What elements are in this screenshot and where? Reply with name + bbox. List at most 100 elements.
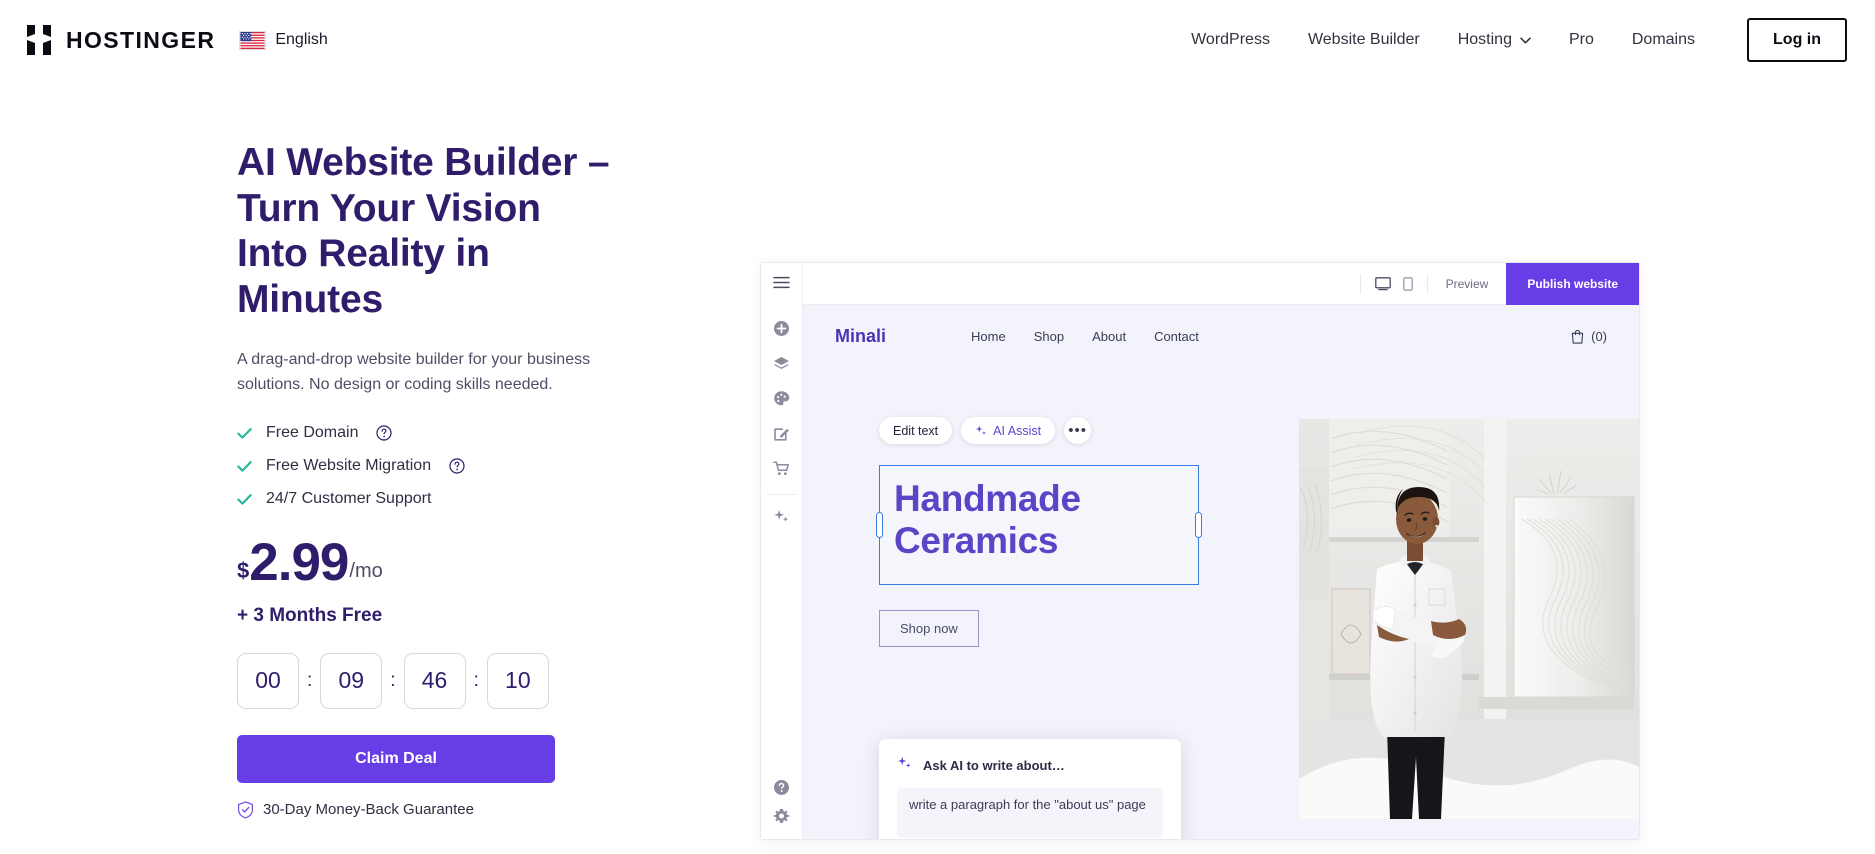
feature-label: Free Domain (266, 424, 359, 442)
nav-item-label: WordPress (1191, 31, 1270, 48)
resize-handle-right[interactable] (1195, 512, 1202, 538)
settings-gear-icon[interactable] (773, 808, 790, 825)
layers-icon[interactable] (773, 346, 790, 381)
preview-site-header: Minali Home Shop About Contact (0) (803, 305, 1639, 367)
website-builder-mockup: Preview Publish website Minali Home Shop… (760, 262, 1640, 840)
ai-assist-button[interactable]: AI Assist (961, 417, 1056, 444)
hamburger-menu-icon[interactable] (773, 276, 790, 311)
palette-icon[interactable] (773, 381, 790, 416)
ai-write-panel: Ask AI to write about… write a paragraph… (879, 739, 1181, 839)
shopping-cart-icon[interactable] (773, 451, 790, 486)
language-label: English (275, 31, 328, 48)
cart-count: (0) (1591, 328, 1607, 344)
woman-in-ceramics-studio-photo (1299, 419, 1639, 819)
money-back-guarantee: 30-Day Money-Back Guarantee (237, 801, 620, 819)
ai-panel-title-label: Ask AI to write about… (923, 757, 1065, 773)
builder-topbar: Preview Publish website (803, 262, 1639, 305)
hostinger-logo-link[interactable]: HOSTINGER (24, 23, 215, 57)
guarantee-label: 30-Day Money-Back Guarantee (263, 801, 474, 819)
ai-assist-label: AI Assist (993, 423, 1042, 438)
ai-panel-header: Ask AI to write about… (897, 756, 1163, 774)
ai-prompt-input[interactable]: write a paragraph for the "about us" pag… (897, 788, 1163, 838)
hostinger-h-logo-icon (24, 23, 54, 57)
check-icon (237, 493, 252, 506)
feature-item-free-website-migration: Free Website Migration (237, 457, 620, 475)
text-edit-toolbar: Edit text AI Assist ••• (879, 417, 1092, 444)
check-icon (237, 460, 252, 473)
publish-website-button[interactable]: Publish website (1506, 262, 1639, 305)
hostinger-wordmark: HOSTINGER (66, 26, 216, 53)
price-period: /mo (349, 559, 383, 582)
sparkle-icon (897, 756, 912, 774)
site-header: HOSTINGER English WordPress Website Buil… (0, 0, 1875, 80)
countdown-timer: 00 : 09 : 46 : 10 (237, 652, 620, 709)
nav-item-pro[interactable]: Pro (1569, 31, 1594, 49)
login-button[interactable]: Log in (1747, 18, 1847, 62)
nav-item-website-builder[interactable]: Website Builder (1308, 31, 1420, 49)
feature-label: Free Website Migration (266, 457, 432, 475)
mobile-view-icon[interactable] (1402, 276, 1413, 291)
more-options-button[interactable]: ••• (1064, 417, 1092, 444)
nav-item-hosting[interactable]: Hosting (1458, 31, 1531, 49)
preview-cart[interactable]: (0) (1571, 329, 1607, 344)
help-circle-icon[interactable] (372, 425, 393, 441)
timer-unit-hours: 09 (320, 652, 383, 709)
preview-nav-home[interactable]: Home (971, 329, 1006, 344)
shop-now-button[interactable]: Shop now (879, 610, 979, 647)
shopping-bag-icon (1571, 329, 1584, 344)
selected-text-element[interactable]: Handmade Ceramics (876, 465, 1202, 585)
feature-label: 24/7 Customer Support (266, 490, 432, 508)
add-element-icon[interactable] (773, 311, 790, 346)
timer-unit-seconds: 10 (486, 652, 549, 709)
feature-item-customer-support: 24/7 Customer Support (237, 490, 620, 508)
timer-separator: : (307, 669, 313, 691)
bonus-months-label: + 3 Months Free (237, 604, 383, 626)
nav-item-label: Pro (1568, 31, 1594, 48)
builder-sidebar (761, 263, 803, 839)
site-headline: Handmade Ceramics (894, 478, 1081, 561)
ai-sparkle-icon[interactable] (773, 499, 790, 534)
preview-nav-about[interactable]: About (1092, 329, 1126, 344)
timer-unit-days: 00 (237, 652, 299, 709)
nav-item-label: Hosting (1457, 31, 1512, 48)
help-circle-icon[interactable] (445, 458, 465, 474)
device-switcher (1359, 273, 1427, 294)
nav-item-domains[interactable]: Domains (1632, 31, 1695, 49)
edit-pencil-icon[interactable] (773, 416, 790, 451)
hero-subtitle: A drag-and-drop website builder for your… (237, 350, 591, 394)
hero-section: AI Website Builder – Turn Your Vision In… (0, 80, 1875, 854)
help-circle-icon[interactable] (773, 779, 790, 796)
claim-deal-button[interactable]: Claim Deal (237, 734, 555, 783)
feature-list: Free Domain Free Website Migration 24/7 … (237, 424, 620, 508)
nav-item-wordpress[interactable]: WordPress (1191, 31, 1270, 49)
preview-nav-shop[interactable]: Shop (1034, 329, 1064, 344)
desktop-view-icon[interactable] (1374, 276, 1391, 291)
preview-nav-contact[interactable]: Contact (1154, 329, 1199, 344)
timer-separator: : (390, 669, 396, 691)
hero-copy-column: AI Website Builder – Turn Your Vision In… (0, 140, 620, 854)
edit-text-button[interactable]: Edit text (879, 417, 953, 444)
nav-item-label: Website Builder (1307, 31, 1420, 48)
brand-group: HOSTINGER English (24, 23, 328, 57)
main-navigation: WordPress Website Builder Hosting Pro Do… (1191, 18, 1847, 62)
builder-main: Preview Publish website Minali Home Shop… (803, 262, 1639, 839)
us-flag-icon (239, 30, 267, 50)
page-title: AI Website Builder – Turn Your Vision In… (237, 141, 610, 321)
preview-button[interactable]: Preview (1426, 273, 1507, 294)
builder-preview-column: Preview Publish website Minali Home Shop… (620, 140, 1875, 854)
price-currency: $ (237, 557, 250, 583)
resize-handle-left[interactable] (876, 512, 883, 538)
preview-site-nav: Home Shop About Contact (971, 329, 1199, 344)
sidebar-divider (766, 494, 797, 495)
price-amount: 2.99 (249, 533, 349, 593)
chevron-down-icon (1520, 37, 1531, 44)
hero-photo (1299, 419, 1639, 819)
sidebar-bottom-group (761, 779, 802, 825)
builder-canvas: Minali Home Shop About Contact (0) Edit … (803, 305, 1639, 839)
language-selector[interactable]: English (239, 30, 328, 50)
check-icon (237, 427, 252, 440)
price-display: $ 2.99 /mo (237, 533, 620, 593)
timer-unit-minutes: 46 (403, 652, 466, 709)
preview-site-logo[interactable]: Minali (835, 326, 886, 347)
sparkle-icon (975, 425, 987, 437)
